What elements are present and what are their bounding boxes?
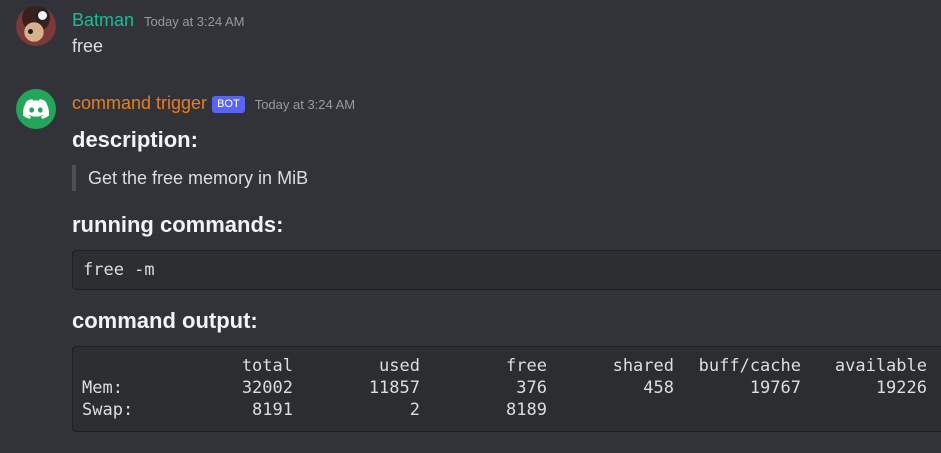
table-cell: 19226 <box>875 378 927 398</box>
bot-badge: BOT <box>212 96 245 113</box>
table-cell: 376 <box>516 378 547 398</box>
column-header: used <box>379 356 420 376</box>
avatar-eye-detail <box>28 29 33 34</box>
bot-avatar[interactable] <box>16 89 56 129</box>
description-heading: description: <box>72 127 198 152</box>
running-commands-heading: running commands: <box>72 212 284 237</box>
row-label: Mem: <box>82 378 123 398</box>
discord-logo-icon <box>23 99 49 119</box>
row-label: Swap: <box>82 400 134 420</box>
output-codeblock[interactable]: total used free shared buff/cache availa… <box>72 346 941 432</box>
column-header: available <box>834 356 927 376</box>
timestamp[interactable]: Today at 3:24 AM <box>144 14 244 29</box>
user-avatar[interactable] <box>16 6 56 46</box>
table-cell: 8191 <box>252 400 293 420</box>
table-cell: 32002 <box>241 378 293 398</box>
table-cell <box>801 399 927 421</box>
description-blockquote: Get the free memory in MiB <box>72 165 308 191</box>
column-header: shared <box>612 356 674 376</box>
table-row: Mem: 32002 11857 376 458 19767 19226 <box>82 377 927 399</box>
table-cell: 11857 <box>368 378 420 398</box>
column-header: free <box>506 356 547 376</box>
message-user: Batman Today at 3:24 AM free <box>0 0 941 70</box>
bot-username[interactable]: command trigger <box>72 91 207 115</box>
message-header: Batman Today at 3:24 AM <box>72 8 245 32</box>
table-header-row: total used free shared buff/cache availa… <box>82 355 927 377</box>
table-row: Swap: 8191 2 8189 <box>82 399 927 421</box>
timestamp[interactable]: Today at 3:24 AM <box>255 97 355 112</box>
table-cell: 19767 <box>749 378 801 398</box>
message-bot: command trigger BOT Today at 3:24 AM des… <box>0 84 941 453</box>
table-cell: 8189 <box>506 400 547 420</box>
column-header: buff/cache <box>698 356 801 376</box>
table-cell: 458 <box>643 378 674 398</box>
column-header: total <box>241 356 293 376</box>
username[interactable]: Batman <box>72 8 134 32</box>
command-output-heading: command output: <box>72 308 258 333</box>
command-codeblock[interactable]: free -m <box>72 250 941 290</box>
memory-table: total used free shared buff/cache availa… <box>82 355 927 421</box>
table-cell <box>674 399 801 421</box>
message-header: command trigger BOT Today at 3:24 AM <box>72 91 355 115</box>
column-header <box>82 355 166 377</box>
table-cell <box>547 399 674 421</box>
message-text: free <box>72 36 104 56</box>
table-cell: 2 <box>409 400 420 420</box>
avatar-hat-detail <box>36 9 49 22</box>
